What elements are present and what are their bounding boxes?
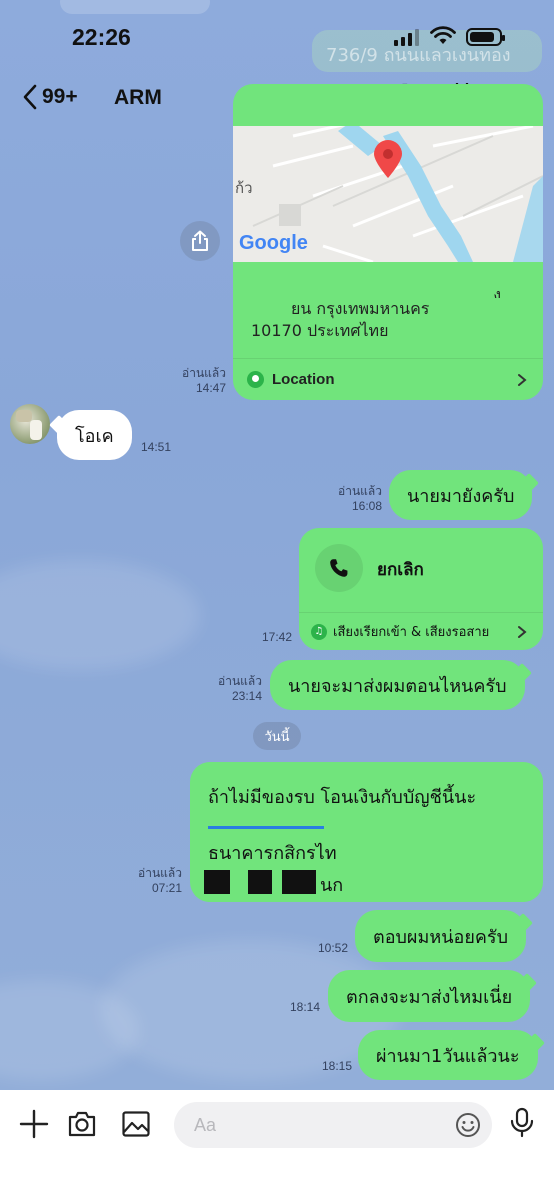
music-icon: ♫ [311, 623, 327, 640]
message-time: 10:52 [317, 941, 348, 955]
cloud-decoration [0, 560, 200, 670]
call-status: ยกเลิก [377, 560, 424, 580]
message-meta: อ่านแล้ว 14:47 [160, 366, 226, 396]
plus-icon[interactable] [18, 1108, 50, 1140]
redaction [204, 870, 230, 894]
message-bubble[interactable]: ผ่านมา1วันแล้วนะ [358, 1030, 538, 1080]
read-receipt: อ่านแล้ว [218, 674, 262, 688]
map-preview[interactable]: ก้ว Google [233, 126, 543, 262]
message-time: 18:15 [321, 1059, 352, 1073]
message-time: 16:08 [351, 499, 382, 513]
message-text: ตกลงจะมาส่งไหมเนี่ย [346, 986, 513, 1008]
message-time: 17:42 [261, 630, 292, 644]
read-receipt: อ่านแล้ว [182, 366, 226, 380]
message-time: 23:14 [231, 689, 262, 703]
address-line: ง [493, 285, 501, 298]
message-time: 07:21 [151, 881, 182, 895]
status-bar: 736/9 ถนนแลวเงนทอง 22:26 [0, 0, 554, 72]
redaction [248, 870, 272, 894]
signal-icon [394, 28, 419, 46]
avatar[interactable] [10, 404, 50, 444]
location-pin-icon [247, 371, 264, 388]
camera-icon[interactable] [66, 1108, 98, 1140]
message-meta: อ่านแล้ว 07:21 [120, 866, 182, 896]
message-time: 14:51 [141, 440, 172, 454]
share-icon [192, 230, 208, 251]
message-text: ตอบผมหน่อยครับ [373, 926, 508, 948]
location-label: Location [272, 371, 335, 388]
back-button[interactable]: 99+ [22, 84, 78, 110]
map-redaction [233, 262, 543, 278]
composer-bar [0, 1090, 554, 1200]
chevron-right-icon [518, 626, 527, 638]
wifi-icon [430, 26, 456, 44]
message-time: 18:14 [289, 1000, 320, 1014]
share-button[interactable] [180, 221, 220, 261]
link-underline [208, 826, 324, 829]
message-text: ผ่านมา1วันแล้วนะ [376, 1045, 520, 1067]
image-icon[interactable] [120, 1108, 152, 1140]
phone-icon [330, 559, 348, 577]
map-pin-icon [374, 140, 402, 178]
microphone-icon[interactable] [506, 1106, 538, 1138]
message-meta: อ่านแล้ว 16:08 [320, 484, 382, 514]
message-text: นายจะมาส่งผมตอนไหนครับ [288, 675, 507, 697]
chevron-right-icon [518, 374, 527, 386]
scrolled-message-ghost: 736/9 ถนนแลวเงนทอง [312, 30, 542, 72]
location-message[interactable]: ก้ว Google ง ยน กรุงเทพมหานคร 10170 ประเ… [233, 84, 543, 400]
call-message[interactable]: ยกเลิก ♫ เสียงเรียกเข้า & เสียงรอสาย [299, 528, 543, 650]
google-logo: Google [239, 232, 308, 254]
battery-icon [466, 28, 505, 46]
location-address: ง ยน กรุงเทพมหานคร 10170 ประเทศไทย [251, 284, 531, 342]
scrolled-message-ghost [60, 0, 210, 14]
message-text: นายมายังครับ [407, 485, 515, 507]
address-line: 10170 ประเทศไทย [251, 321, 389, 340]
chat-title: ARM [114, 86, 162, 109]
message-bubble[interactable]: ตอบผมหน่อยครับ [355, 910, 526, 962]
message-text: ถ้าไม่มีของรบ โอนเงินกับบัญชีนี้นะ [208, 787, 477, 808]
read-receipt: อ่านแล้ว [338, 484, 382, 498]
ringtone-link[interactable]: ♫ เสียงเรียกเข้า & เสียงรอสาย [299, 612, 543, 650]
chevron-left-icon [23, 84, 37, 110]
emoji-icon[interactable] [455, 1112, 481, 1138]
location-link[interactable]: Location [233, 358, 543, 400]
map-place-label: ก้ว [235, 179, 253, 197]
message-time: 14:47 [195, 381, 226, 395]
call-icon-circle [315, 544, 363, 592]
ringtone-label: เสียงเรียกเข้า & เสียงรอสาย [333, 625, 490, 640]
redaction [282, 870, 316, 894]
message-bubble[interactable]: ตกลงจะมาส่งไหมเนี่ย [328, 970, 531, 1022]
status-time: 22:26 [72, 24, 131, 50]
message-bubble[interactable]: โอเค [57, 410, 132, 460]
unread-count: 99+ [42, 85, 78, 108]
date-divider: วันนี้ [253, 722, 301, 750]
message-input[interactable] [174, 1102, 492, 1148]
message-bubble[interactable]: ถ้าไม่มีของรบ โอนเงินกับบัญชีนี้นะ ธนาคา… [190, 762, 543, 902]
address-line: ยน กรุงเทพมหานคร [291, 299, 430, 318]
read-receipt: อ่านแล้ว [138, 866, 182, 880]
message-meta: อ่านแล้ว 23:14 [200, 674, 262, 704]
message-bubble[interactable]: นายมายังครับ [389, 470, 533, 520]
bubble-bottom [190, 894, 543, 902]
message-text: ธนาคารกสิกรไท [208, 843, 337, 864]
message-bubble[interactable]: นายจะมาส่งผมตอนไหนครับ [270, 660, 525, 710]
message-text: โอเค [75, 425, 114, 447]
